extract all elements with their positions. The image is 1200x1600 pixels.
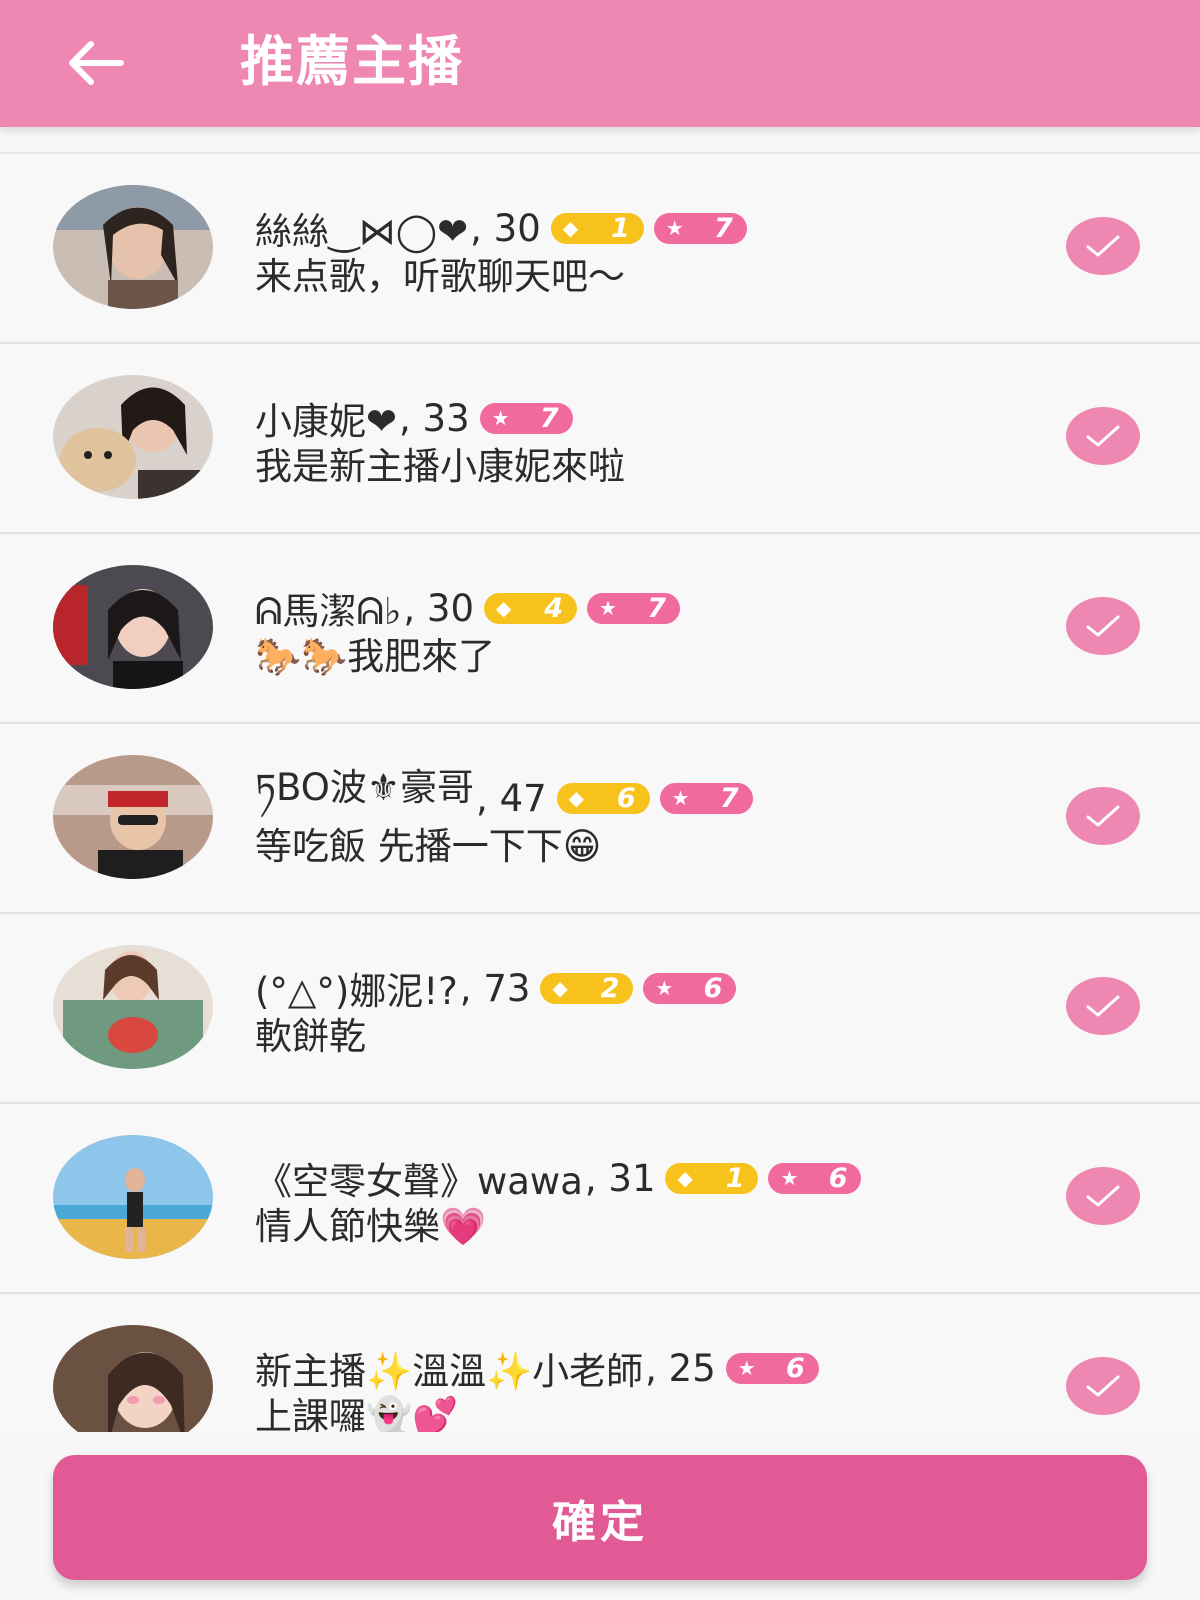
list-item[interactable]: ᕱ馬潔ᕱ♭ , 30 ◆ 4 ★ 7 🐎🐎我肥來了: [0, 534, 1200, 724]
recommended-streamers-screen: 推薦主播 絲絲‿⋈◯❤ , 30 ◆ 1 ★ 7 来点歌，听歌聊天吧～ 小康妮❤…: [0, 0, 1200, 1600]
star-icon: ★: [655, 976, 674, 1000]
avatar[interactable]: [53, 1135, 213, 1259]
streamer-nickname: 絲絲‿⋈◯❤: [255, 210, 469, 253]
streamer-age: , 31: [584, 1156, 656, 1200]
list-item[interactable]: 小康妮❤ , 33 ★ 7 我是新主播小康妮來啦: [0, 344, 1200, 534]
select-checkbox[interactable]: [1066, 217, 1140, 275]
avatar[interactable]: [53, 945, 213, 1069]
confirm-button[interactable]: 確定: [53, 1455, 1147, 1580]
list-item[interactable]: (°△°)娜泥!? , 73 ◆ 2 ★ 6 軟餅乾: [0, 914, 1200, 1104]
gold-level-badge: ◆ 1: [665, 1162, 759, 1194]
gold-level-badge: ◆ 6: [556, 782, 650, 814]
gold-level-badge: ◆ 4: [483, 592, 577, 624]
select-checkbox[interactable]: [1066, 1167, 1140, 1225]
avatar[interactable]: [53, 565, 213, 689]
checkmark-icon: [1086, 1375, 1120, 1397]
list-item[interactable]: 絲絲‿⋈◯❤ , 30 ◆ 1 ★ 7 来点歌，听歌聊天吧～: [0, 154, 1200, 344]
star-level-badge: ★ 7: [479, 402, 573, 434]
checkmark-icon: [1086, 615, 1120, 637]
diamond-icon: ◆: [677, 1166, 693, 1190]
streamer-bio: 🐎🐎我肥來了: [255, 635, 496, 678]
select-checkbox[interactable]: [1066, 977, 1140, 1035]
select-checkbox[interactable]: [1066, 407, 1140, 465]
diamond-icon: ◆: [562, 216, 579, 240]
star-icon: ★: [491, 406, 510, 430]
select-checkbox[interactable]: [1066, 1357, 1140, 1415]
star-icon: ★: [737, 1356, 756, 1380]
star-level-badge: ★ 7: [653, 212, 747, 244]
star-level-badge: ★ 6: [725, 1352, 819, 1384]
avatar[interactable]: [53, 1325, 213, 1432]
streamer-nickname: 小康妮❤: [255, 400, 398, 443]
avatar[interactable]: [53, 185, 213, 309]
star-level-badge: ★ 7: [586, 592, 680, 624]
list-item[interactable]: 《空零女聲》wawa , 31 ◆ 1 ★ 6 情人節快樂💗: [0, 1104, 1200, 1294]
streamer-age: , 30: [470, 206, 541, 250]
gold-level-badge: ◆ 2: [540, 972, 634, 1004]
page-title: 推薦主播: [240, 30, 464, 93]
select-checkbox[interactable]: [1066, 787, 1140, 845]
streamer-list[interactable]: 絲絲‿⋈◯❤ , 30 ◆ 1 ★ 7 来点歌，听歌聊天吧～ 小康妮❤ , 33…: [0, 152, 1200, 1432]
streamer-bio: 軟餅乾: [255, 1015, 366, 1058]
star-icon: ★: [780, 1166, 799, 1190]
avatar[interactable]: [53, 755, 213, 879]
streamer-age: , 47: [476, 776, 547, 820]
streamer-bio: 等吃飯 先播一下下😁: [255, 825, 602, 868]
back-button[interactable]: [60, 28, 130, 98]
select-checkbox[interactable]: [1066, 597, 1140, 655]
star-level-badge: ★ 6: [643, 972, 737, 1004]
streamer-bio: 情人節快樂💗: [255, 1205, 487, 1248]
app-header: 推薦主播: [0, 0, 1200, 127]
streamer-nickname: 《空零女聲》wawa: [255, 1160, 583, 1203]
star-level-badge: ★ 7: [659, 782, 753, 814]
streamer-bio: 来点歌，听歌聊天吧～: [255, 255, 625, 298]
arrow-left-icon: [69, 41, 124, 85]
streamer-nickname: 新主播✨溫溫✨小老師: [255, 1350, 644, 1393]
streamer-age: , 30: [403, 586, 474, 630]
list-item[interactable]: 新主播✨溫溫✨小老師 , 25 ★ 6 上課囉👻💕: [0, 1294, 1200, 1432]
star-icon: ★: [665, 216, 684, 240]
diamond-icon: ◆: [568, 786, 585, 810]
checkmark-icon: [1086, 425, 1120, 447]
star-icon: ★: [598, 596, 617, 620]
list-item[interactable]: ཏBO波⚜豪哥 , 47 ◆ 6 ★ 7 等吃飯 先播一下下😁: [0, 724, 1200, 914]
checkmark-icon: [1086, 805, 1120, 827]
streamer-nickname: ᕱ馬潔ᕱ♭: [255, 590, 402, 633]
gold-level-badge: ◆ 1: [550, 212, 644, 244]
star-level-badge: ★ 6: [768, 1162, 862, 1194]
streamer-age: , 73: [459, 966, 531, 1010]
checkmark-icon: [1086, 235, 1120, 257]
checkmark-icon: [1086, 995, 1120, 1017]
streamer-age: , 25: [645, 1346, 716, 1390]
streamer-nickname: (°△°)娜泥!?: [255, 970, 458, 1013]
streamer-bio: 上課囉👻💕: [255, 1395, 459, 1432]
diamond-icon: ◆: [552, 976, 568, 1000]
diamond-icon: ◆: [495, 596, 512, 620]
streamer-bio: 我是新主播小康妮來啦: [255, 445, 625, 488]
checkmark-icon: [1086, 1185, 1120, 1207]
star-icon: ★: [671, 786, 690, 810]
streamer-age: , 33: [399, 396, 470, 440]
avatar[interactable]: [53, 375, 213, 499]
